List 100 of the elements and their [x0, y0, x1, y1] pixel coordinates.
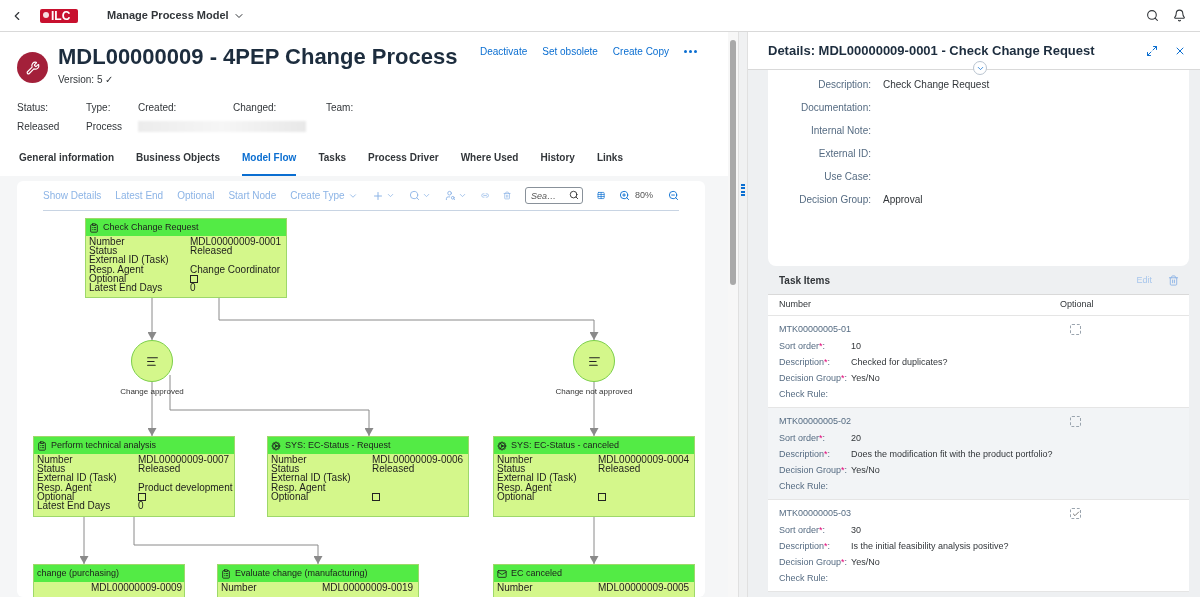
- add-menu-button[interactable]: [371, 189, 395, 202]
- field-label: Description:: [818, 79, 871, 90]
- item-field-value: Does the modification fit with the product portfolio?: [851, 448, 1053, 462]
- item-field-value: Yes/No: [851, 464, 880, 478]
- expand-icon[interactable]: [1146, 44, 1158, 57]
- optional-checkbox[interactable]: [1070, 324, 1081, 335]
- node-field-label: External ID (Task): [37, 472, 117, 484]
- link-icon[interactable]: [480, 190, 489, 201]
- node-field-label: Status: [37, 462, 66, 474]
- field-label: Documentation:: [800, 102, 871, 113]
- node-field-value: Released: [598, 463, 641, 474]
- more-icon[interactable]: [684, 50, 697, 53]
- tab[interactable]: Process Driver: [368, 147, 439, 176]
- column-header: Optional: [1060, 298, 1094, 312]
- search-icon[interactable]: [1146, 9, 1159, 22]
- logo: ILC: [40, 8, 78, 23]
- attribute-label: Created:: [138, 101, 178, 115]
- task-item-number: MTK00000005-02: [779, 415, 852, 426]
- task-node[interactable]: change (purchasing) MDL00000009-0009: [33, 564, 185, 597]
- node-field-label: Status: [497, 462, 526, 474]
- node-field-label: Latest End Days: [37, 500, 111, 512]
- item-field-value: Is the initial feasibility analysis positive?: [851, 540, 1009, 554]
- task-item-row[interactable]: MTK00000005-02 Sort order*: 20 Description*: Does the modification fit with the product portfolio? Decision Group*: Yes/No Check Rule:: [768, 408, 1189, 500]
- chevron-down-icon: [385, 191, 395, 200]
- task-node[interactable]: Evaluate change (manufacturing) Number MDL00000009-0019: [217, 564, 419, 597]
- item-field-value: 20: [851, 432, 861, 446]
- zoom-in-icon[interactable]: [619, 190, 630, 201]
- node-field-label: Number: [497, 453, 533, 465]
- node-field-value: Released: [372, 463, 415, 474]
- item-field-label: Decision Group*:: [779, 464, 849, 478]
- node-field-value: MDL00000009-0006: [372, 454, 464, 465]
- task-item-number: MTK00000005-03: [779, 507, 852, 518]
- item-field-label: Description*:: [779, 448, 832, 462]
- check-icon: [1071, 509, 1080, 518]
- item-field-value: 30: [851, 524, 861, 538]
- wrench-icon: [25, 60, 40, 75]
- item-field-label: Sort order*:: [779, 432, 827, 446]
- object-title: MDL00000009 - 4PEP Change Process: [58, 44, 458, 70]
- optional-checkbox[interactable]: [1070, 508, 1081, 519]
- item-field-value: 10: [851, 340, 861, 354]
- search-icon: [408, 190, 420, 201]
- item-field-label: Check Rule:: [779, 388, 830, 402]
- node-field-value: MDL00000009-0005: [598, 582, 690, 593]
- decision-node[interactable]: [573, 340, 615, 382]
- node-field-value: MDL00000009-0004: [598, 454, 690, 465]
- clipboard-icon: [37, 440, 47, 451]
- action-link[interactable]: Create Copy: [612, 44, 669, 59]
- connector-arrow: [79, 516, 89, 565]
- node-field-value: Product development: [138, 482, 233, 493]
- action-link[interactable]: Deactivate: [480, 44, 528, 59]
- tab[interactable]: Where Used: [460, 147, 519, 176]
- table-icon[interactable]: [596, 190, 605, 201]
- task-node[interactable]: EC canceled Number MDL00000009-0005: [493, 564, 695, 597]
- field-label: Decision Group:: [799, 194, 871, 205]
- optional-checkbox[interactable]: [1070, 416, 1081, 427]
- delete-icon[interactable]: [502, 190, 511, 201]
- envelope-icon: [497, 568, 507, 579]
- node-field-label: Number: [37, 453, 73, 465]
- node-field-label: Status: [271, 462, 300, 474]
- item-field-label: Decision Group*:: [779, 556, 849, 570]
- field-label: External ID:: [818, 148, 871, 159]
- tab[interactable]: History: [540, 147, 575, 176]
- attribute-label: Status:: [17, 101, 50, 115]
- attribute-label: Type:: [86, 101, 112, 115]
- search-icon[interactable]: [568, 190, 579, 200]
- clipboard-icon: [89, 222, 99, 233]
- lines-icon: [587, 354, 601, 368]
- search-menu-button[interactable]: [408, 190, 431, 201]
- item-field-label: Description*:: [779, 540, 832, 554]
- tab[interactable]: Business Objects: [136, 147, 220, 176]
- clipboard-icon: [221, 568, 231, 579]
- attribute-label: Changed:: [233, 101, 278, 115]
- item-field-value: Checked for duplicates?: [851, 356, 948, 370]
- decision-node[interactable]: [131, 340, 173, 382]
- node-title: EC canceled: [511, 566, 563, 580]
- user-search-menu-button[interactable]: [444, 190, 467, 201]
- node-title: Evaluate change (manufacturing): [235, 566, 368, 580]
- task-item-number: MTK00000005-01: [779, 323, 852, 334]
- tab[interactable]: General information: [19, 147, 114, 176]
- user-search-icon: [444, 190, 456, 201]
- field-value: Check Change Request: [883, 78, 990, 92]
- app-title-menu[interactable]: Manage Process Model: [107, 7, 245, 24]
- chevron-down-icon: [421, 191, 431, 200]
- scrollbar[interactable]: [728, 32, 738, 597]
- node-field-label: External ID (Task): [497, 472, 577, 484]
- node-title: Check Change Request: [103, 220, 199, 234]
- delete-icon[interactable]: [1168, 275, 1179, 286]
- node-field-label: External ID (Task): [89, 254, 169, 266]
- search-field[interactable]: Sea…: [524, 187, 583, 204]
- zoom-out-icon[interactable]: [668, 190, 679, 201]
- node-title: change (purchasing): [37, 566, 120, 580]
- tab[interactable]: Tasks: [318, 147, 346, 176]
- node-field-label: Number: [271, 453, 307, 465]
- action-link[interactable]: Set obsolete: [542, 44, 598, 59]
- gear-icon: [271, 440, 281, 451]
- field-value: Approval: [883, 193, 923, 207]
- tab[interactable]: Links: [596, 147, 623, 176]
- connector-arrow: [589, 516, 599, 565]
- item-field-label: Decision Group*:: [779, 372, 849, 386]
- bell-icon[interactable]: [1173, 9, 1186, 22]
